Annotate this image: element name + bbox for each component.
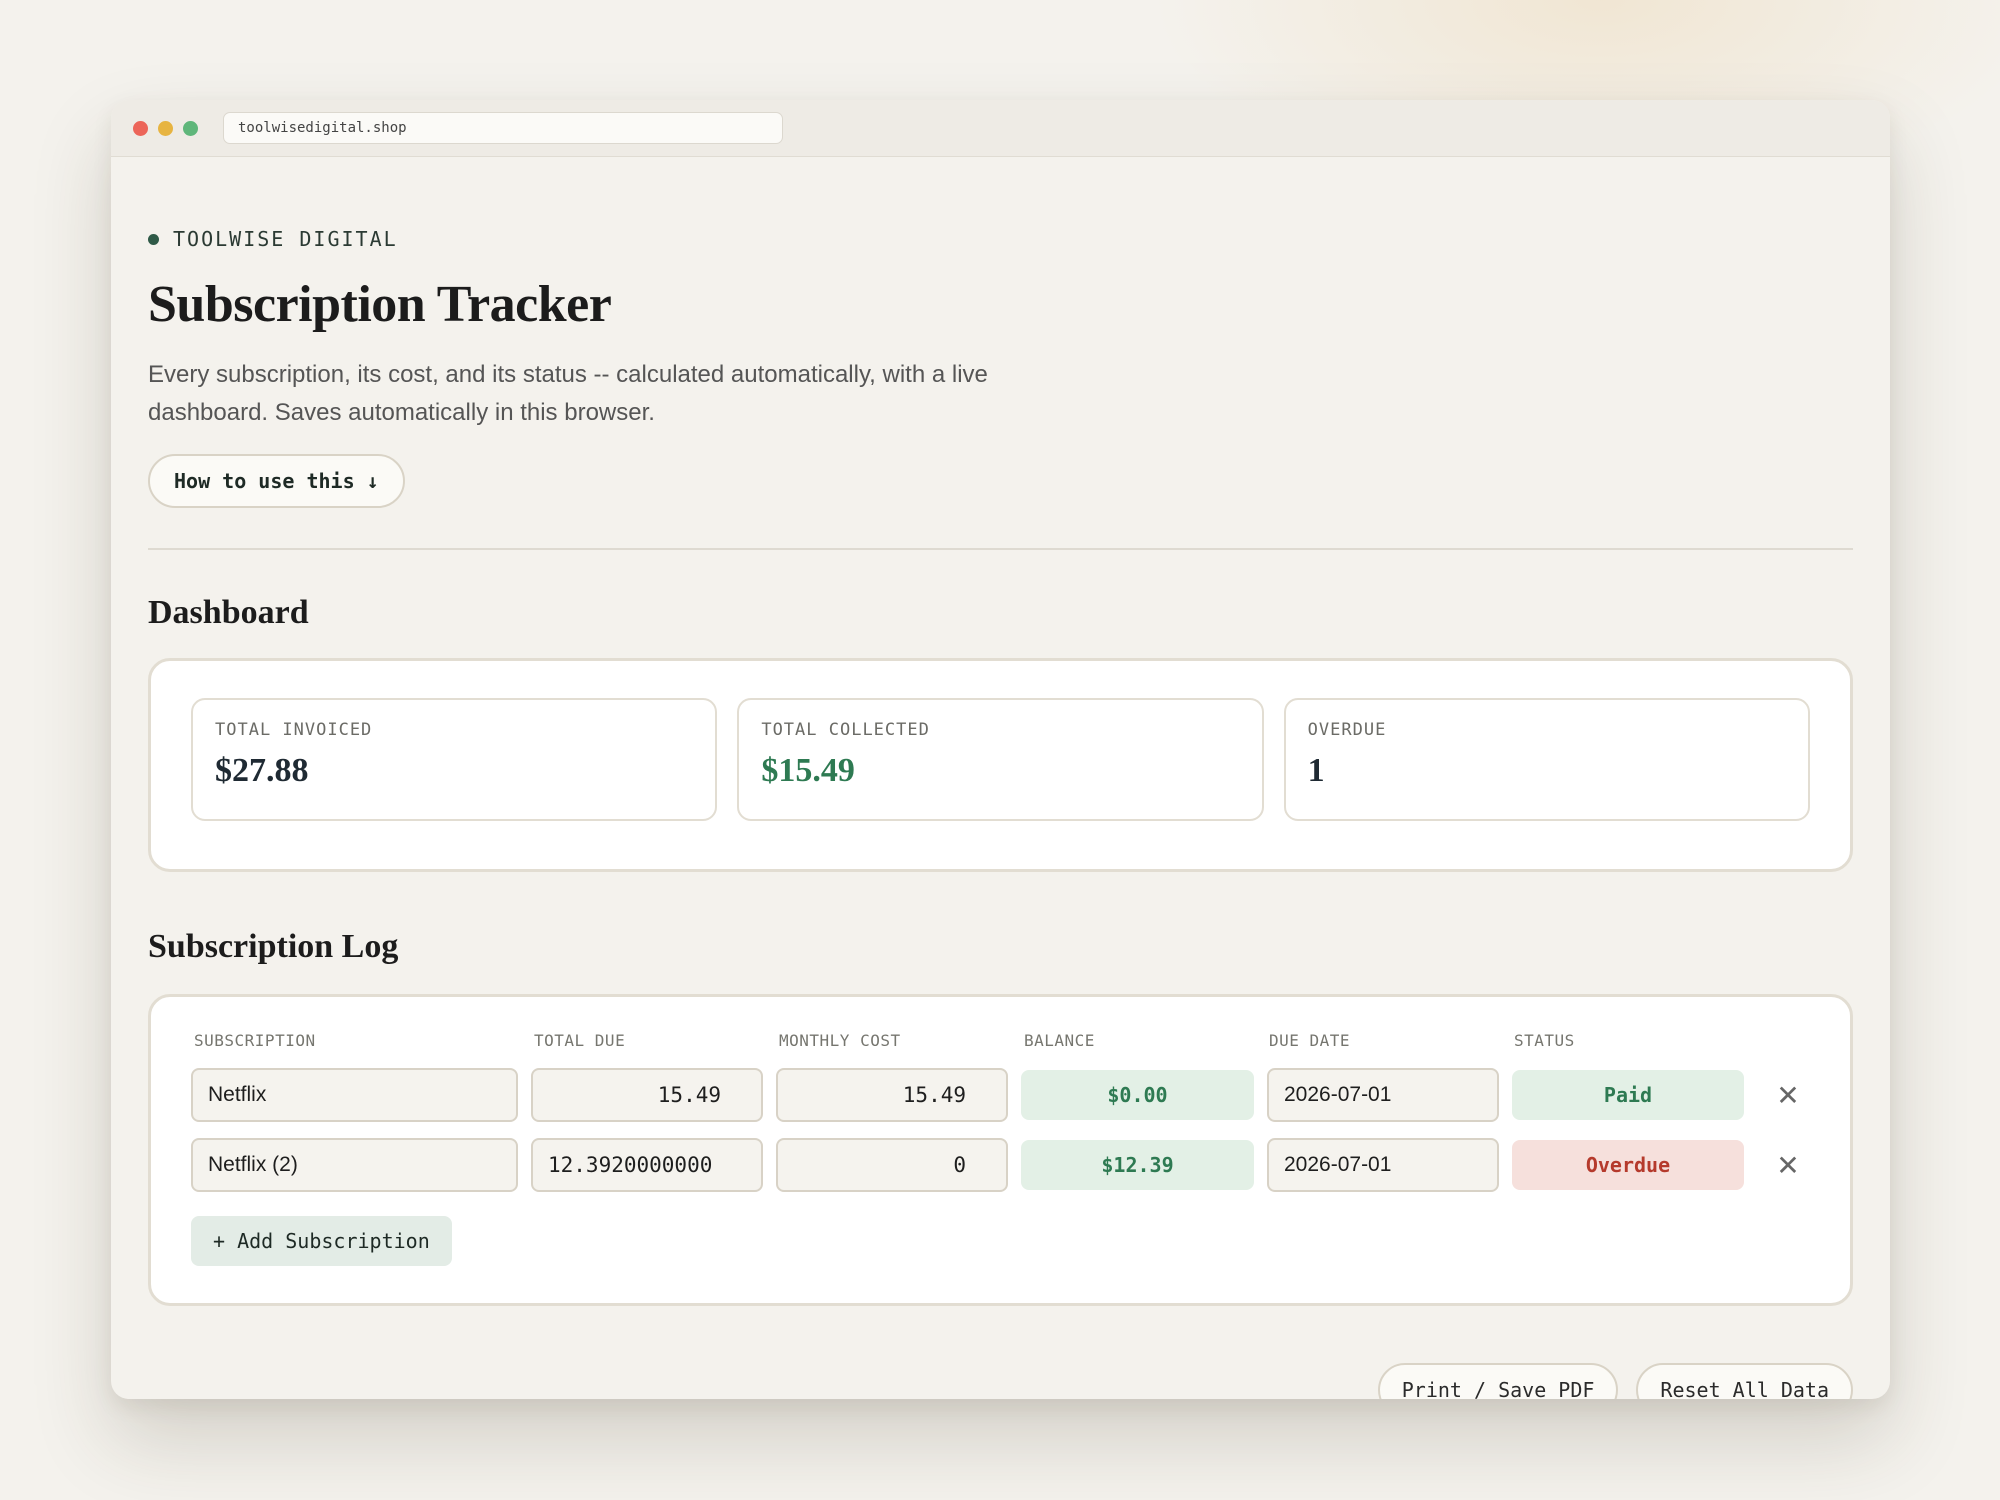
status-badge: Paid <box>1512 1070 1744 1120</box>
stat-label: TOTAL COLLECTED <box>761 720 930 740</box>
table-row: Netflix (2) 12.3920000000 0 $12.39 2026-… <box>191 1138 1810 1192</box>
subscription-log-title: Subscription Log <box>148 928 399 965</box>
dashboard-panel: TOTAL INVOICED $27.88 TOTAL COLLECTED $1… <box>148 658 1853 872</box>
section-divider <box>148 548 1853 550</box>
total-due-input[interactable]: 15.49 <box>531 1068 763 1122</box>
page-title: Subscription Tracker <box>148 276 612 333</box>
brand-name: TOOLWISE DIGITAL <box>173 227 398 251</box>
stat-value: 1 <box>1307 752 1325 789</box>
print-save-pdf-button[interactable]: Print / Save PDF <box>1377 1363 1619 1399</box>
browser-titlebar: toolwisedigital.shop <box>111 100 1890 157</box>
stat-value: $15.49 <box>761 752 855 789</box>
due-date-input[interactable]: 2026-07-01 <box>1267 1138 1499 1192</box>
browser-window: toolwisedigital.shop TOOLWISE DIGITAL Su… <box>111 100 1890 1399</box>
minimize-window-button[interactable] <box>158 120 173 136</box>
remove-row-icon[interactable]: ✕ <box>1774 1079 1802 1112</box>
remove-row-icon[interactable]: ✕ <box>1774 1149 1802 1182</box>
table-header: SUBSCRIPTION TOTAL DUE MONTHLY COST BALA… <box>191 1031 1810 1053</box>
stat-label: TOTAL INVOICED <box>215 720 373 740</box>
column-header-balance: BALANCE <box>1024 1031 1095 1050</box>
dashboard-title: Dashboard <box>148 594 309 631</box>
subscription-name-input[interactable]: Netflix (2) <box>191 1138 518 1192</box>
table-row: Netflix 15.49 15.49 $0.00 2026-07-01 Pai… <box>191 1068 1810 1122</box>
maximize-window-button[interactable] <box>183 120 198 136</box>
column-header-due-date: DUE DATE <box>1269 1031 1351 1050</box>
brand: TOOLWISE DIGITAL <box>148 227 1853 251</box>
column-header-total-due: TOTAL DUE <box>534 1031 626 1050</box>
total-due-input[interactable]: 12.3920000000 <box>531 1138 763 1192</box>
status-badge: Overdue <box>1512 1140 1744 1190</box>
stat-value: $27.88 <box>215 752 309 789</box>
how-to-use-button[interactable]: How to use this ↓ <box>148 454 405 508</box>
column-header-subscription: SUBSCRIPTION <box>194 1031 316 1050</box>
subscription-log-panel: SUBSCRIPTION TOTAL DUE MONTHLY COST BALA… <box>148 994 1853 1306</box>
stat-label: OVERDUE <box>1307 720 1387 740</box>
stat-total-invoiced: TOTAL INVOICED $27.88 <box>191 698 718 821</box>
add-subscription-button[interactable]: + Add Subscription <box>191 1216 452 1266</box>
address-bar[interactable]: toolwisedigital.shop <box>223 112 783 144</box>
column-header-monthly-cost: MONTHLY COST <box>779 1031 901 1050</box>
due-date-input[interactable]: 2026-07-01 <box>1267 1068 1499 1122</box>
subscription-name-input[interactable]: Netflix <box>191 1068 518 1122</box>
monthly-cost-input[interactable]: 0 <box>776 1138 1008 1192</box>
footer-actions: Print / Save PDF Reset All Data <box>1377 1363 1853 1399</box>
page-subtitle: Every subscription, its cost, and its st… <box>148 361 988 426</box>
stat-total-collected: TOTAL COLLECTED $15.49 <box>737 698 1264 821</box>
reset-all-data-button[interactable]: Reset All Data <box>1636 1363 1853 1399</box>
page-content: TOOLWISE DIGITAL Subscription Tracker Ev… <box>111 227 1890 1306</box>
balance-value: $0.00 <box>1021 1070 1254 1120</box>
monthly-cost-input[interactable]: 15.49 <box>776 1068 1008 1122</box>
column-header-status: STATUS <box>1514 1031 1575 1050</box>
brand-dot-icon <box>148 233 159 245</box>
balance-value: $12.39 <box>1021 1140 1254 1190</box>
stat-overdue: OVERDUE 1 <box>1283 698 1810 821</box>
close-window-button[interactable] <box>133 120 148 136</box>
